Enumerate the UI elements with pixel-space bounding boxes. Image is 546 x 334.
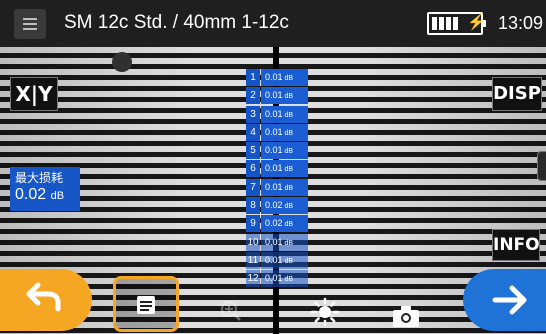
zoom-in-icon[interactable]: [220, 300, 242, 322]
menu-icon: [23, 18, 37, 20]
display-button[interactable]: DISP: [492, 77, 542, 111]
notes-button[interactable]: [113, 276, 179, 332]
max-loss-unit: dB: [50, 190, 65, 202]
max-loss-label: 最大损耗: [15, 171, 64, 185]
max-loss-panel: 最大损耗 0.02 dB: [10, 167, 80, 211]
loss-row: 1 0.01 dB: [246, 69, 308, 86]
charging-icon: ⚡: [467, 14, 486, 31]
notes-icon: [137, 296, 155, 314]
loss-row: 4 0.01 dB: [246, 123, 308, 141]
loss-row: 12 0.01 dB: [246, 270, 308, 288]
loss-row: 7 0.01 dB: [246, 178, 308, 196]
loss-row: 3 0.01 dB: [246, 105, 308, 123]
loss-row: 5 0.01 dB: [246, 142, 308, 160]
loss-row: 6 0.01 dB: [246, 160, 308, 178]
loss-row: 9 0.02 dB: [246, 215, 308, 233]
fiber-tip-shadow: [112, 52, 132, 72]
camera-icon[interactable]: [392, 305, 420, 327]
top-bar: SM 12c Std. / 40mm 1-12c ⚡ 13:09: [0, 0, 546, 47]
back-button[interactable]: [0, 269, 92, 331]
back-arrow-icon: [26, 282, 61, 312]
loss-row: 11 0.01 dB: [246, 251, 308, 269]
splice-program-title: SM 12c Std. / 40mm 1-12c: [64, 12, 289, 33]
splice-loss-list: 1 0.01 dB 2 0.01 dB 3 0.01 dB 4 0.01 dB 5 0.01 dB …: [246, 69, 308, 289]
loss-row: 2 0.01 dB: [246, 87, 308, 105]
loss-row: 8 0.02 dB: [246, 197, 308, 215]
brightness-icon[interactable]: [310, 297, 340, 327]
menu-button[interactable]: [14, 9, 46, 39]
max-loss-value: 0.02: [15, 186, 47, 203]
xy-view-button[interactable]: X|Y: [10, 77, 58, 111]
loss-row: 10 0.01 dB: [246, 233, 308, 251]
side-panel-handle[interactable]: [537, 151, 546, 181]
battery-full-icon: ⚡: [427, 12, 486, 35]
info-button[interactable]: INFO: [492, 229, 540, 261]
next-arrow-icon: [492, 285, 527, 315]
next-button[interactable]: [463, 269, 546, 331]
clock: 13:09: [498, 13, 544, 33]
